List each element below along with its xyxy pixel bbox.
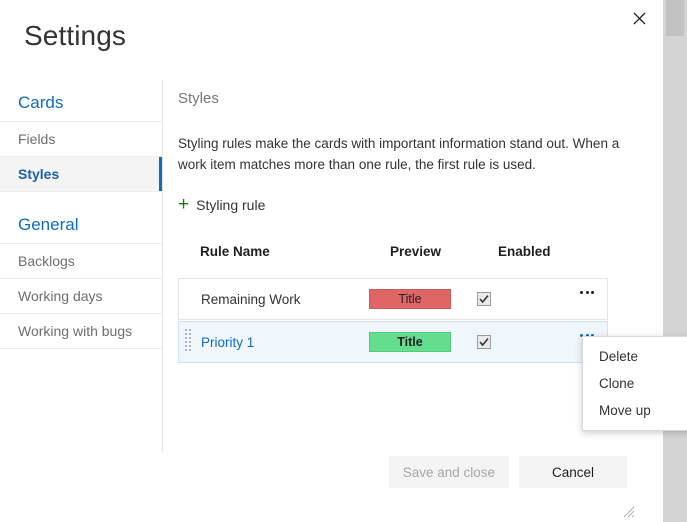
sidebar-item-label: Backlogs — [18, 253, 75, 269]
page-title: Settings — [24, 20, 126, 51]
sidebar-item-label: Working days — [18, 288, 103, 304]
row-context-menu: Delete Clone Move up — [582, 336, 687, 431]
page-scrollbar-thumb[interactable] — [666, 0, 684, 36]
rule-preview-cell: Title — [369, 332, 477, 352]
dialog-footer: Save and close Cancel — [0, 434, 663, 522]
rule-preview-cell: Title — [369, 289, 477, 309]
sidebar-divider — [162, 80, 163, 452]
sidebar-item-label: Styles — [18, 166, 60, 182]
sidebar-group-label: General — [18, 214, 79, 234]
sidebar-item-working-days[interactable]: Working days — [0, 279, 162, 314]
sidebar-group-label: Cards — [18, 92, 64, 112]
dialog-title-bar: Settings — [0, 0, 663, 70]
column-header-enabled: Enabled — [498, 243, 551, 259]
table-header-row: Rule Name Preview Enabled — [178, 238, 608, 264]
settings-dialog: Settings Cards Fields Styles General Bac… — [0, 0, 687, 522]
rule-enabled-cell — [477, 292, 557, 306]
row-more-actions-icon[interactable] — [575, 283, 599, 301]
close-icon[interactable] — [623, 2, 655, 34]
rule-name-cell: Remaining Work — [201, 291, 301, 307]
sidebar-item-fields[interactable]: Fields — [0, 122, 162, 157]
footer-button-group: Save and close Cancel — [388, 456, 627, 488]
sidebar-item-styles[interactable]: Styles — [0, 157, 162, 192]
add-styling-rule-button[interactable]: + Styling rule — [178, 195, 265, 214]
table-row[interactable]: Priority 1 Title — [178, 321, 608, 363]
rule-enabled-cell — [477, 335, 557, 349]
settings-sidebar: Cards Fields Styles General Backlogs Wor… — [0, 84, 162, 349]
context-menu-item-clone[interactable]: Clone — [583, 370, 687, 397]
sidebar-item-backlogs[interactable]: Backlogs — [0, 244, 162, 279]
preview-color-chip: Title — [369, 332, 451, 352]
page-scrollbar[interactable] — [663, 0, 687, 522]
cancel-button[interactable]: Cancel — [519, 456, 627, 488]
sidebar-group-general[interactable]: General — [0, 206, 162, 244]
styling-rules-table: Rule Name Preview Enabled Remaining Work… — [178, 238, 608, 363]
context-menu-item-move-up[interactable]: Move up — [583, 397, 687, 424]
preview-color-chip: Title — [369, 289, 451, 309]
sidebar-item-label: Working with bugs — [18, 323, 133, 339]
plus-icon: + — [178, 194, 190, 215]
enabled-checkbox[interactable] — [477, 335, 491, 349]
sidebar-item-working-with-bugs[interactable]: Working with bugs — [0, 314, 162, 349]
sidebar-group-cards[interactable]: Cards — [0, 84, 162, 122]
add-styling-rule-label: Styling rule — [196, 196, 266, 213]
context-menu-item-delete[interactable]: Delete — [583, 343, 687, 370]
enabled-checkbox[interactable] — [477, 292, 491, 306]
column-header-preview: Preview — [390, 243, 442, 259]
column-header-rule-name: Rule Name — [200, 243, 270, 259]
drag-handle-icon[interactable] — [185, 329, 194, 355]
settings-main-pane: Styles Styling rules make the cards with… — [178, 90, 628, 364]
table-row[interactable]: Remaining Work Title — [178, 278, 608, 320]
resize-grip-icon[interactable] — [623, 505, 635, 518]
save-and-close-button[interactable]: Save and close — [388, 456, 509, 488]
rule-name-cell: Priority 1 — [201, 334, 255, 350]
section-label: Styles — [178, 90, 219, 107]
sidebar-item-label: Fields — [18, 131, 56, 147]
section-description: Styling rules make the cards with import… — [178, 136, 620, 172]
